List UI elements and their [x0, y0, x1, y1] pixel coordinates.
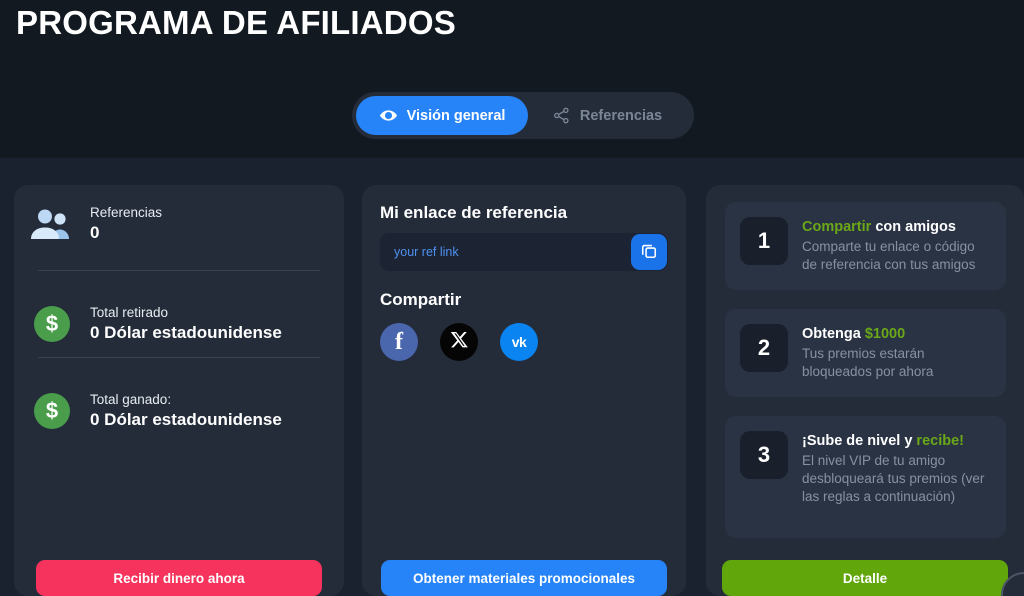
step-description: Comparte tu enlace o código de referenci…	[802, 239, 976, 273]
share-facebook-button[interactable]: f	[380, 323, 418, 361]
divider	[38, 270, 320, 271]
promo-materials-button[interactable]: Obtener materiales promocionales	[381, 560, 667, 596]
referral-link-heading: Mi enlace de referencia	[380, 203, 568, 222]
step-title-rest: Obtenga	[802, 326, 865, 342]
dollar-circle-icon: $	[14, 393, 90, 429]
step-title-accent: Compartir	[802, 219, 872, 235]
step-number-badge: 2	[740, 324, 788, 372]
users-icon	[14, 208, 90, 240]
share-vk-button[interactable]: vk	[500, 323, 538, 361]
share-heading: Compartir	[380, 290, 462, 309]
social-share-row: f vk	[380, 323, 538, 361]
detail-button[interactable]: Detalle	[722, 560, 1008, 596]
step-title: Compartir con amigos	[802, 218, 992, 236]
tab-switcher: Visión general Referencias	[352, 92, 694, 139]
step-item: 1 Compartir con amigos Comparte tu enlac…	[725, 202, 1006, 290]
step-title-rest: con amigos	[871, 219, 956, 235]
eye-icon	[379, 106, 398, 125]
vk-icon: vk	[511, 334, 527, 350]
step-title: Obtenga $1000	[802, 325, 992, 343]
tab-referencias-label: Referencias	[579, 107, 663, 124]
tab-referencias[interactable]: Referencias	[528, 96, 686, 135]
step-description: El nivel VIP de tu amigo desbloqueará tu…	[802, 453, 985, 505]
copy-icon	[639, 241, 659, 264]
stat-value: 0 Dólar estadounidense	[90, 323, 282, 342]
share-nodes-icon	[552, 106, 571, 125]
affiliate-program-page: PROGRAMA DE AFILIADOS Visión general Ref…	[0, 0, 1024, 596]
referral-link-input[interactable]	[380, 233, 631, 271]
steps-card: 1 Compartir con amigos Comparte tu enlac…	[706, 185, 1024, 596]
copy-link-button[interactable]	[631, 234, 667, 270]
stat-row-total-retirado: $ Total retirado 0 Dólar estadounidense	[14, 305, 344, 343]
step-description: Tus premios estarán bloqueados por ahora	[802, 346, 934, 380]
step-title-accent: $1000	[864, 326, 906, 342]
receive-money-button[interactable]: Recibir dinero ahora	[36, 560, 322, 596]
page-header: PROGRAMA DE AFILIADOS Visión general Ref…	[0, 0, 1024, 158]
step-title-rest: ¡Sube de nivel y	[802, 433, 917, 449]
step-number-badge: 1	[740, 217, 788, 265]
step-title-accent: recibe!	[916, 433, 964, 449]
step-title: ¡Sube de nivel y recibe!	[802, 432, 992, 450]
stat-value: 0 Dólar estadounidense	[90, 410, 282, 429]
page-title: PROGRAMA DE AFILIADOS	[16, 4, 456, 41]
stats-card: Referencias 0 $ Total retirado 0 Dólar e…	[14, 185, 344, 596]
step-item: 3 ¡Sube de nivel y recibe! El nivel VIP …	[725, 416, 1006, 538]
x-twitter-icon	[450, 330, 469, 354]
share-x-button[interactable]	[440, 323, 478, 361]
referral-link-card: Mi enlace de referencia Compartir f	[362, 185, 686, 596]
stat-label: Total retirado	[90, 305, 169, 320]
dollar-circle-icon: $	[14, 306, 90, 342]
stat-row-referencias: Referencias 0	[14, 205, 344, 243]
step-number-badge: 3	[740, 431, 788, 479]
tab-vision-general[interactable]: Visión general	[356, 96, 528, 135]
stat-value: 0	[90, 223, 100, 242]
tab-vision-general-label: Visión general	[406, 107, 506, 124]
divider	[38, 357, 320, 358]
stat-row-total-ganado: $ Total ganado: 0 Dólar estadounidense	[14, 392, 344, 430]
facebook-icon: f	[395, 329, 403, 355]
stat-label: Total ganado:	[90, 392, 172, 407]
stat-label: Referencias	[90, 205, 163, 220]
referral-link-field[interactable]	[380, 233, 668, 271]
step-item: 2 Obtenga $1000 Tus premios estarán bloq…	[725, 309, 1006, 397]
